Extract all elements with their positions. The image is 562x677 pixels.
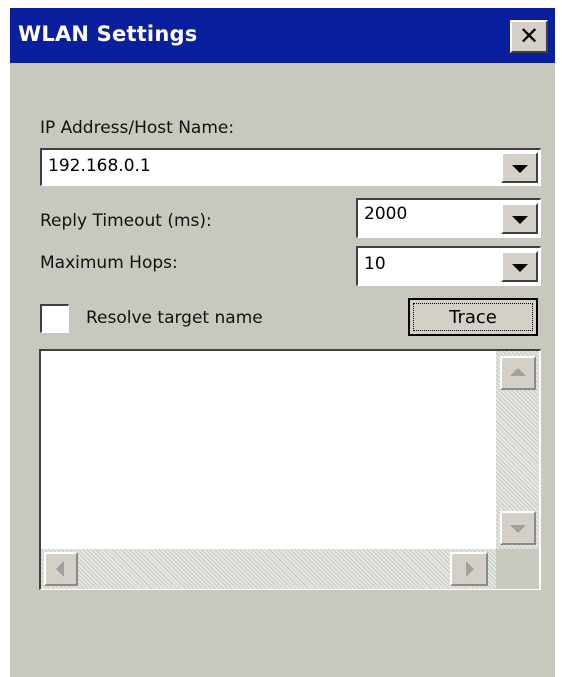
title-bar: WLAN Settings ✕: [10, 8, 555, 63]
scroll-up-button[interactable]: [500, 356, 536, 390]
scroll-down-button[interactable]: [500, 511, 536, 545]
horizontal-scrollbar[interactable]: [41, 549, 496, 589]
ip-address-combobox[interactable]: 192.168.0.1: [40, 148, 541, 186]
scroll-up-arrow-icon: [510, 368, 526, 376]
ip-address-label: IP Address/Host Name:: [40, 118, 235, 138]
chevron-down-icon: [511, 215, 528, 224]
resolve-target-label[interactable]: Resolve target name: [86, 308, 263, 328]
scroll-left-arrow-icon: [56, 561, 64, 577]
maximum-hops-label: Maximum Hops:: [40, 253, 178, 273]
close-button[interactable]: ✕: [510, 20, 548, 53]
trace-button[interactable]: Trace: [408, 298, 538, 336]
maximum-hops-combobox[interactable]: 10: [356, 246, 541, 286]
reply-timeout-value[interactable]: 2000: [364, 204, 407, 224]
maximum-hops-dropdown-button[interactable]: [501, 251, 538, 282]
trace-button-label: Trace: [413, 303, 533, 331]
scrollbar-corner: [496, 549, 539, 589]
wlan-settings-window: WLAN Settings ✕ IP Address/Host Name: 19…: [10, 8, 555, 677]
ip-address-dropdown-button[interactable]: [501, 152, 538, 183]
ip-address-value[interactable]: 192.168.0.1: [48, 156, 151, 176]
trace-output-list[interactable]: [39, 349, 541, 590]
reply-timeout-dropdown-button[interactable]: [501, 203, 538, 234]
scroll-right-button[interactable]: [450, 552, 488, 586]
reply-timeout-label: Reply Timeout (ms):: [40, 211, 212, 231]
resolve-target-checkbox[interactable]: [40, 304, 69, 333]
close-icon: ✕: [518, 22, 540, 50]
chevron-down-icon: [511, 263, 528, 272]
reply-timeout-combobox[interactable]: 2000: [356, 198, 541, 238]
chevron-down-icon: [511, 164, 528, 173]
scroll-right-arrow-icon: [466, 561, 474, 577]
maximum-hops-value[interactable]: 10: [364, 254, 386, 274]
window-title: WLAN Settings: [18, 22, 198, 46]
scroll-down-arrow-icon: [510, 525, 526, 533]
vertical-scrollbar[interactable]: [496, 351, 539, 549]
scroll-left-button[interactable]: [44, 552, 78, 586]
